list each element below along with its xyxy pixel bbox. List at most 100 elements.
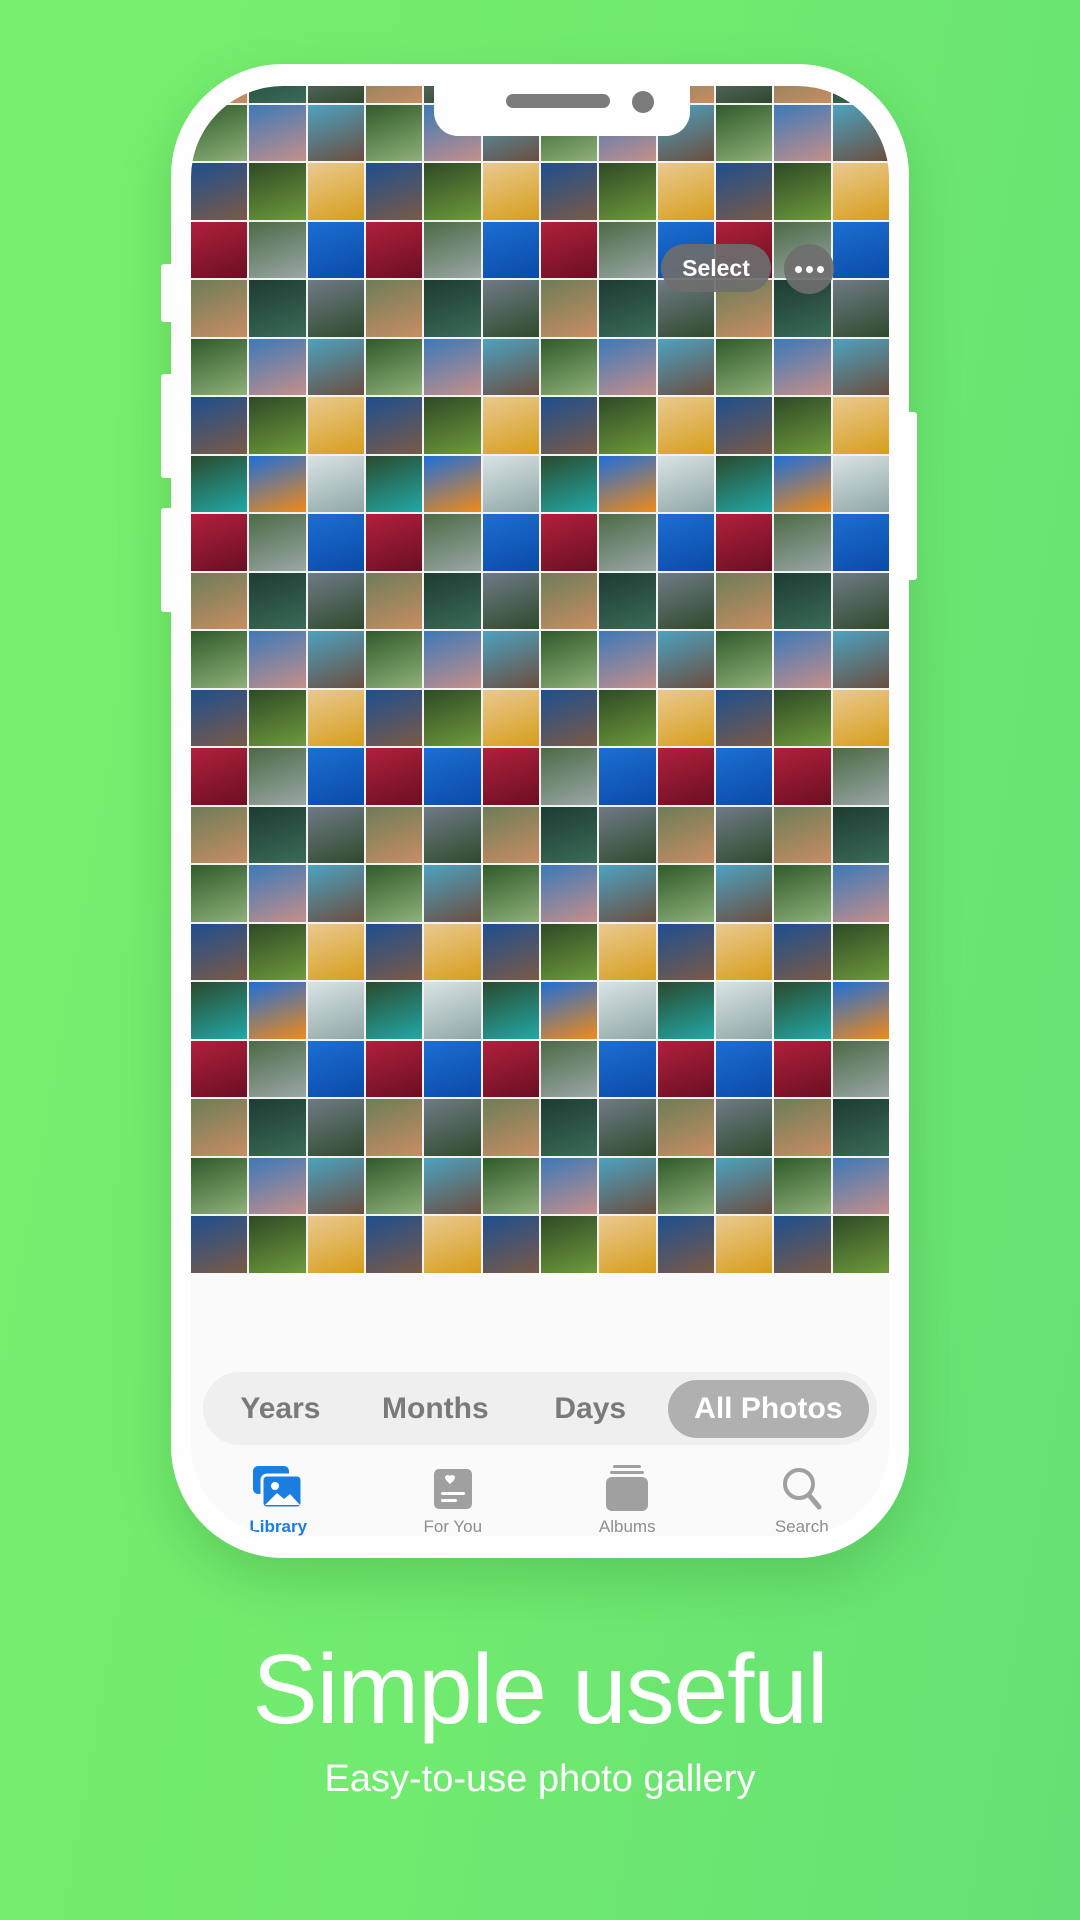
photo-thumbnail-pink-tree-lake[interactable] (599, 631, 656, 688)
photo-thumbnail-mountain-lake-pier[interactable] (365, 1216, 423, 1273)
photo-thumbnail-aerial-pool-village[interactable] (191, 1099, 248, 1156)
photo-thumbnail-aerial-pool-village[interactable] (365, 86, 423, 103)
photo-thumbnail-sunflowers[interactable] (424, 1216, 481, 1273)
photo-thumbnail-green-leaves[interactable] (774, 572, 831, 629)
photo-thumbnail-underwater-diver[interactable] (715, 748, 773, 805)
photo-thumbnail-underwater-diver[interactable] (482, 514, 539, 571)
photo-thumbnail-aerial-pool-village[interactable] (774, 86, 831, 103)
photo-thumbnail-pink-tree-lake[interactable] (832, 1157, 889, 1214)
photo-thumbnail-turquoise-lake-forest[interactable] (365, 455, 423, 512)
photo-thumbnail-waterfall-meadow[interactable] (599, 163, 656, 220)
photo-thumbnail-coastal-cliff-beach[interactable] (599, 1157, 656, 1214)
photo-thumbnail-pink-tree-lake[interactable] (249, 865, 306, 922)
photo-thumbnail-green-leaves[interactable] (249, 86, 306, 103)
photo-thumbnail-green-leaves[interactable] (424, 280, 481, 337)
photo-thumbnail-waterfall-meadow[interactable] (249, 689, 306, 746)
photo-thumbnail-forest-trail[interactable] (365, 865, 423, 922)
photo-thumbnail-mountain-lake-pier[interactable] (540, 689, 598, 746)
photo-thumbnail-forest-trail[interactable] (365, 631, 423, 688)
photo-thumbnail-mountain-lake-pier[interactable] (482, 923, 539, 980)
photo-thumbnail-raspberries[interactable] (191, 748, 248, 805)
photo-thumbnail-yosemite-waterfall[interactable] (307, 572, 364, 629)
photo-thumbnail-coastal-cliff-beach[interactable] (307, 104, 364, 161)
photo-thumbnail-mountain-lake-pier[interactable] (191, 163, 248, 220)
photo-thumbnail-aerial-pool-village[interactable] (191, 572, 248, 629)
photo-thumbnail-raspberries[interactable] (774, 1040, 831, 1097)
photo-thumbnail-underwater-diver[interactable] (307, 748, 364, 805)
photo-thumbnail-yosemite-waterfall[interactable] (657, 572, 714, 629)
photo-thumbnail-green-leaves[interactable] (540, 806, 598, 863)
photo-thumbnail-mountain-lake-pier[interactable] (191, 397, 248, 454)
photo-thumbnail-aerial-pool-village[interactable] (365, 1099, 423, 1156)
photo-thumbnail-aerial-pool-village[interactable] (365, 806, 423, 863)
photo-thumbnail-sunflowers[interactable] (599, 1216, 656, 1273)
photo-thumbnail-mountain-lake-pier[interactable] (365, 397, 423, 454)
photo-thumbnail-underwater-diver[interactable] (599, 748, 656, 805)
photo-thumbnail-forest-trail[interactable] (715, 338, 773, 395)
photo-thumbnail-forest-trail[interactable] (774, 865, 831, 922)
photo-thumbnail-yosemite-waterfall[interactable] (482, 280, 539, 337)
photo-thumbnail-mountain-lake-pier[interactable] (191, 689, 248, 746)
photo-thumbnail-yosemite-waterfall[interactable] (307, 280, 364, 337)
photo-thumbnail-waterfall-meadow[interactable] (774, 163, 831, 220)
photo-thumbnail-tree-roadside[interactable] (832, 1040, 889, 1097)
photo-thumbnail-forest-trail[interactable] (482, 865, 539, 922)
photo-thumbnail-waterfall-meadow[interactable] (540, 1216, 598, 1273)
photo-thumbnail-aerial-pool-village[interactable] (774, 806, 831, 863)
photo-thumbnail-pink-tree-lake[interactable] (774, 338, 831, 395)
photo-thumbnail-mountain-lake-pier[interactable] (774, 1216, 831, 1273)
photo-thumbnail-underwater-diver[interactable] (657, 514, 714, 571)
photo-thumbnail-forest-trail[interactable] (191, 631, 248, 688)
photo-thumbnail-mountain-lake-pier[interactable] (365, 689, 423, 746)
photo-thumbnail-sunflowers[interactable] (832, 689, 889, 746)
photo-thumbnail-underwater-diver[interactable] (307, 221, 364, 278)
photo-thumbnail-forest-trail[interactable] (774, 1157, 831, 1214)
photo-thumbnail-butterfly-orange-flower[interactable] (599, 455, 656, 512)
photo-thumbnail-mountain-lake-pier[interactable] (365, 923, 423, 980)
photo-thumbnail-forest-trail[interactable] (365, 104, 423, 161)
segment-months[interactable]: Months (358, 1380, 513, 1438)
photo-thumbnail-coastal-cliff-beach[interactable] (657, 631, 714, 688)
photo-thumbnail-yosemite-waterfall[interactable] (424, 1099, 481, 1156)
photo-thumbnail-turquoise-lake-forest[interactable] (657, 982, 714, 1039)
photo-thumbnail-forest-trail[interactable] (657, 1157, 714, 1214)
photo-thumbnail-underwater-diver[interactable] (599, 1040, 656, 1097)
photo-thumbnail-sea-shore[interactable] (307, 982, 364, 1039)
photo-thumbnail-forest-trail[interactable] (715, 631, 773, 688)
photo-thumbnail-raspberries[interactable] (365, 221, 423, 278)
photo-thumbnail-turquoise-lake-forest[interactable] (540, 455, 598, 512)
photo-thumbnail-sunflowers[interactable] (307, 397, 364, 454)
photo-thumbnail-forest-trail[interactable] (657, 865, 714, 922)
photo-thumbnail-tree-roadside[interactable] (424, 221, 481, 278)
photo-thumbnail-aerial-pool-village[interactable] (657, 1099, 714, 1156)
photo-thumbnail-aerial-pool-village[interactable] (540, 280, 598, 337)
photo-thumbnail-raspberries[interactable] (191, 221, 248, 278)
photo-thumbnail-sunflowers[interactable] (832, 163, 889, 220)
photo-thumbnail-mountain-lake-pier[interactable] (540, 397, 598, 454)
photo-thumbnail-sea-shore[interactable] (307, 455, 364, 512)
photo-thumbnail-coastal-cliff-beach[interactable] (715, 1157, 773, 1214)
select-button[interactable]: Select (661, 244, 771, 292)
photo-thumbnail-sea-shore[interactable] (657, 455, 714, 512)
photo-thumbnail-yosemite-waterfall[interactable] (715, 1099, 773, 1156)
photo-thumbnail-yosemite-waterfall[interactable] (832, 572, 889, 629)
photo-thumbnail-raspberries[interactable] (365, 748, 423, 805)
photo-thumbnail-waterfall-meadow[interactable] (774, 397, 831, 454)
photo-thumbnail-raspberries[interactable] (657, 1040, 714, 1097)
photo-thumbnail-yosemite-waterfall[interactable] (307, 806, 364, 863)
photo-thumbnail-forest-trail[interactable] (191, 865, 248, 922)
photo-thumbnail-coastal-cliff-beach[interactable] (307, 338, 364, 395)
photo-thumbnail-pink-tree-lake[interactable] (249, 1157, 306, 1214)
photo-thumbnail-sunflowers[interactable] (832, 397, 889, 454)
photo-thumbnail-raspberries[interactable] (540, 514, 598, 571)
photo-thumbnail-raspberries[interactable] (540, 221, 598, 278)
photo-thumbnail-tree-roadside[interactable] (249, 748, 306, 805)
photo-thumbnail-pink-tree-lake[interactable] (424, 631, 481, 688)
photo-thumbnail-sea-shore[interactable] (599, 982, 656, 1039)
photo-thumbnail-pink-tree-lake[interactable] (540, 1157, 598, 1214)
photo-thumbnail-sea-shore[interactable] (715, 982, 773, 1039)
photo-thumbnail-yosemite-waterfall[interactable] (307, 86, 364, 103)
photo-thumbnail-waterfall-meadow[interactable] (832, 923, 889, 980)
photo-thumbnail-underwater-diver[interactable] (832, 221, 889, 278)
photo-thumbnail-coastal-cliff-beach[interactable] (424, 865, 481, 922)
